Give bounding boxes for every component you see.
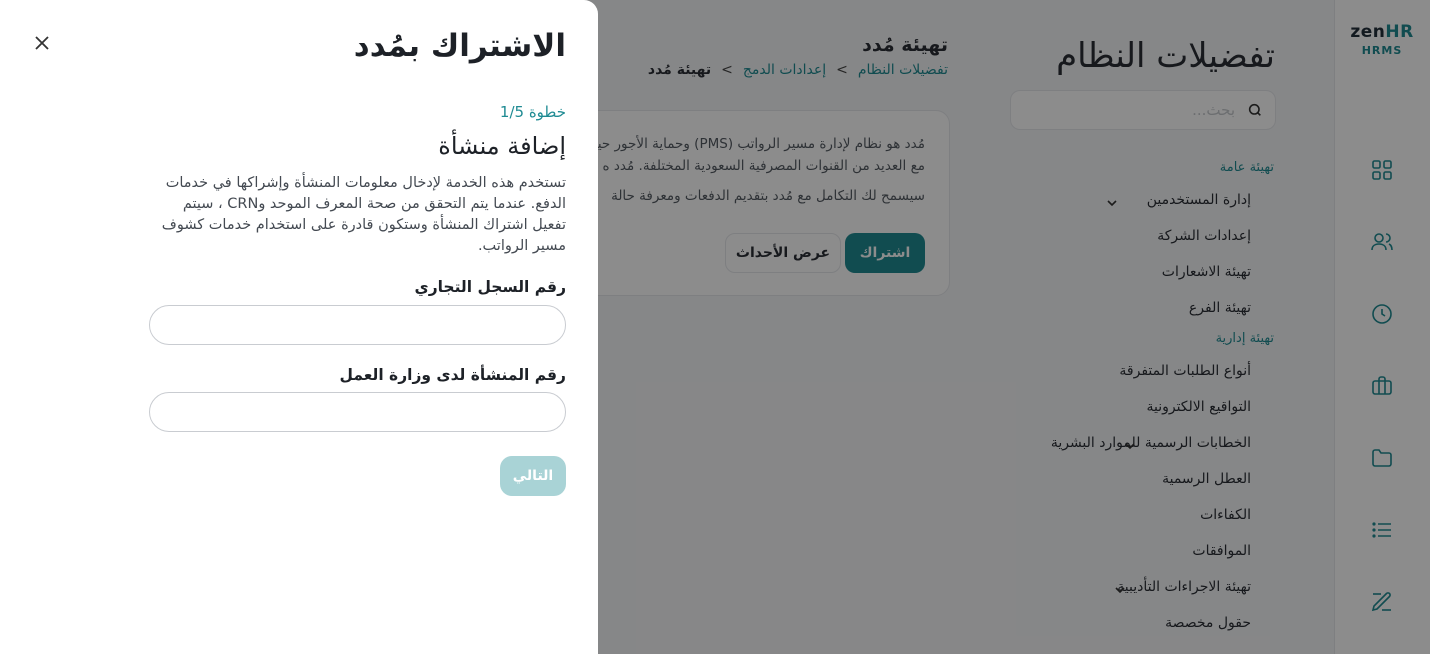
modal-title: الاشتراك بمُدد xyxy=(353,28,566,64)
cr-number-label: رقم السجل التجاري xyxy=(414,278,566,296)
modal-subtitle: إضافة منشأة xyxy=(438,132,566,160)
modal-description: تستخدم هذه الخدمة لإدخال معلومات المنشأة… xyxy=(161,175,566,254)
mol-number-label: رقم المنشأة لدى وزارة العمل xyxy=(339,366,566,384)
close-icon[interactable] xyxy=(32,33,52,53)
cr-number-input[interactable] xyxy=(149,305,566,345)
mol-number-input[interactable] xyxy=(149,392,566,432)
next-button[interactable]: التالي xyxy=(500,456,566,496)
step-indicator: خطوة 1/5 xyxy=(499,103,566,121)
subscribe-modal: الاشتراك بمُدد خطوة 1/5 إضافة منشأة تستخ… xyxy=(0,0,598,654)
